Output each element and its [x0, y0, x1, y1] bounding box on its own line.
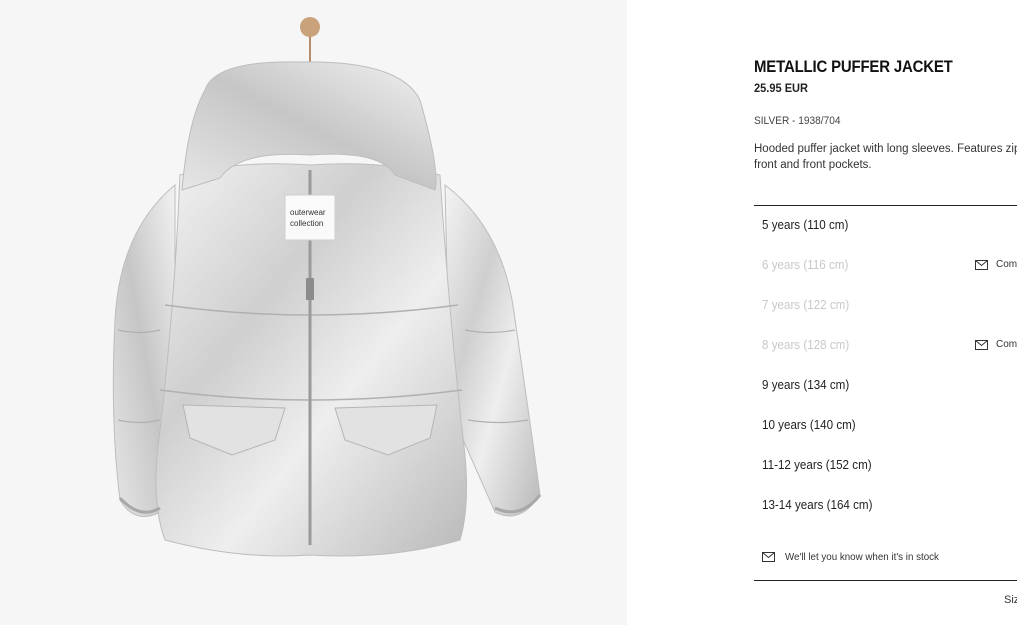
coming-soon-indicator: Coming soon — [975, 339, 1017, 350]
product-color-reference: SILVER - 1938/704 — [754, 115, 841, 127]
size-label: 6 years (116 cm) — [762, 258, 849, 272]
size-option[interactable]: 10 years (140 cm) — [754, 406, 1017, 446]
tag-text-1: outerwear — [290, 208, 326, 217]
size-label: 11-12 years (152 cm) — [762, 458, 872, 472]
size-label: 10 years (140 cm) — [762, 418, 856, 432]
size-option[interactable]: 13-14 years (164 cm) — [754, 486, 1017, 526]
size-option[interactable]: 7 years (122 cm) — [754, 286, 1017, 326]
size-label: 8 years (128 cm) — [762, 338, 850, 352]
envelope-icon — [762, 552, 775, 562]
stock-notify-link[interactable]: We'll let you know when it's in stock — [762, 551, 950, 563]
size-label: 9 years (134 cm) — [762, 378, 850, 392]
size-label: 5 years (110 cm) — [762, 218, 849, 232]
product-title: METALLIC PUFFER JACKET — [754, 57, 953, 76]
coming-soon-indicator: Coming soon — [975, 259, 1017, 270]
size-label: 7 years (122 cm) — [762, 298, 850, 312]
size-option[interactable]: 8 years (128 cm) Coming soon — [754, 326, 1017, 366]
size-label: 13-14 years (164 cm) — [762, 498, 873, 512]
product-info-panel: METALLIC PUFFER JACKET 25.95 EUR SILVER … — [754, 0, 1017, 625]
envelope-icon — [975, 259, 988, 270]
tag-text-2: collection — [290, 219, 323, 228]
size-option[interactable]: 6 years (116 cm) Coming soon — [754, 246, 1017, 286]
stock-notify-text: We'll let you know when it's in stock — [785, 551, 939, 563]
size-guide-link[interactable]: Size guide — [1004, 594, 1017, 606]
divider — [754, 580, 1017, 581]
product-image[interactable]: outerwear collection — [0, 0, 627, 625]
envelope-icon — [975, 339, 988, 350]
size-option[interactable]: 11-12 years (152 cm) — [754, 446, 1017, 486]
size-selector: 5 years (110 cm) 6 years (116 cm) Coming… — [754, 205, 1017, 581]
size-option[interactable]: 5 years (110 cm) — [754, 206, 1017, 246]
product-price: 25.95 EUR — [754, 81, 809, 95]
size-option[interactable]: 9 years (134 cm) — [754, 366, 1017, 406]
coming-soon-label: Coming soon — [996, 339, 1017, 350]
product-description: Hooded puffer jacket with long sleeves. … — [754, 143, 1017, 171]
coming-soon-label: Coming soon — [996, 259, 1017, 270]
jacket-illustration: outerwear collection — [112, 17, 542, 557]
